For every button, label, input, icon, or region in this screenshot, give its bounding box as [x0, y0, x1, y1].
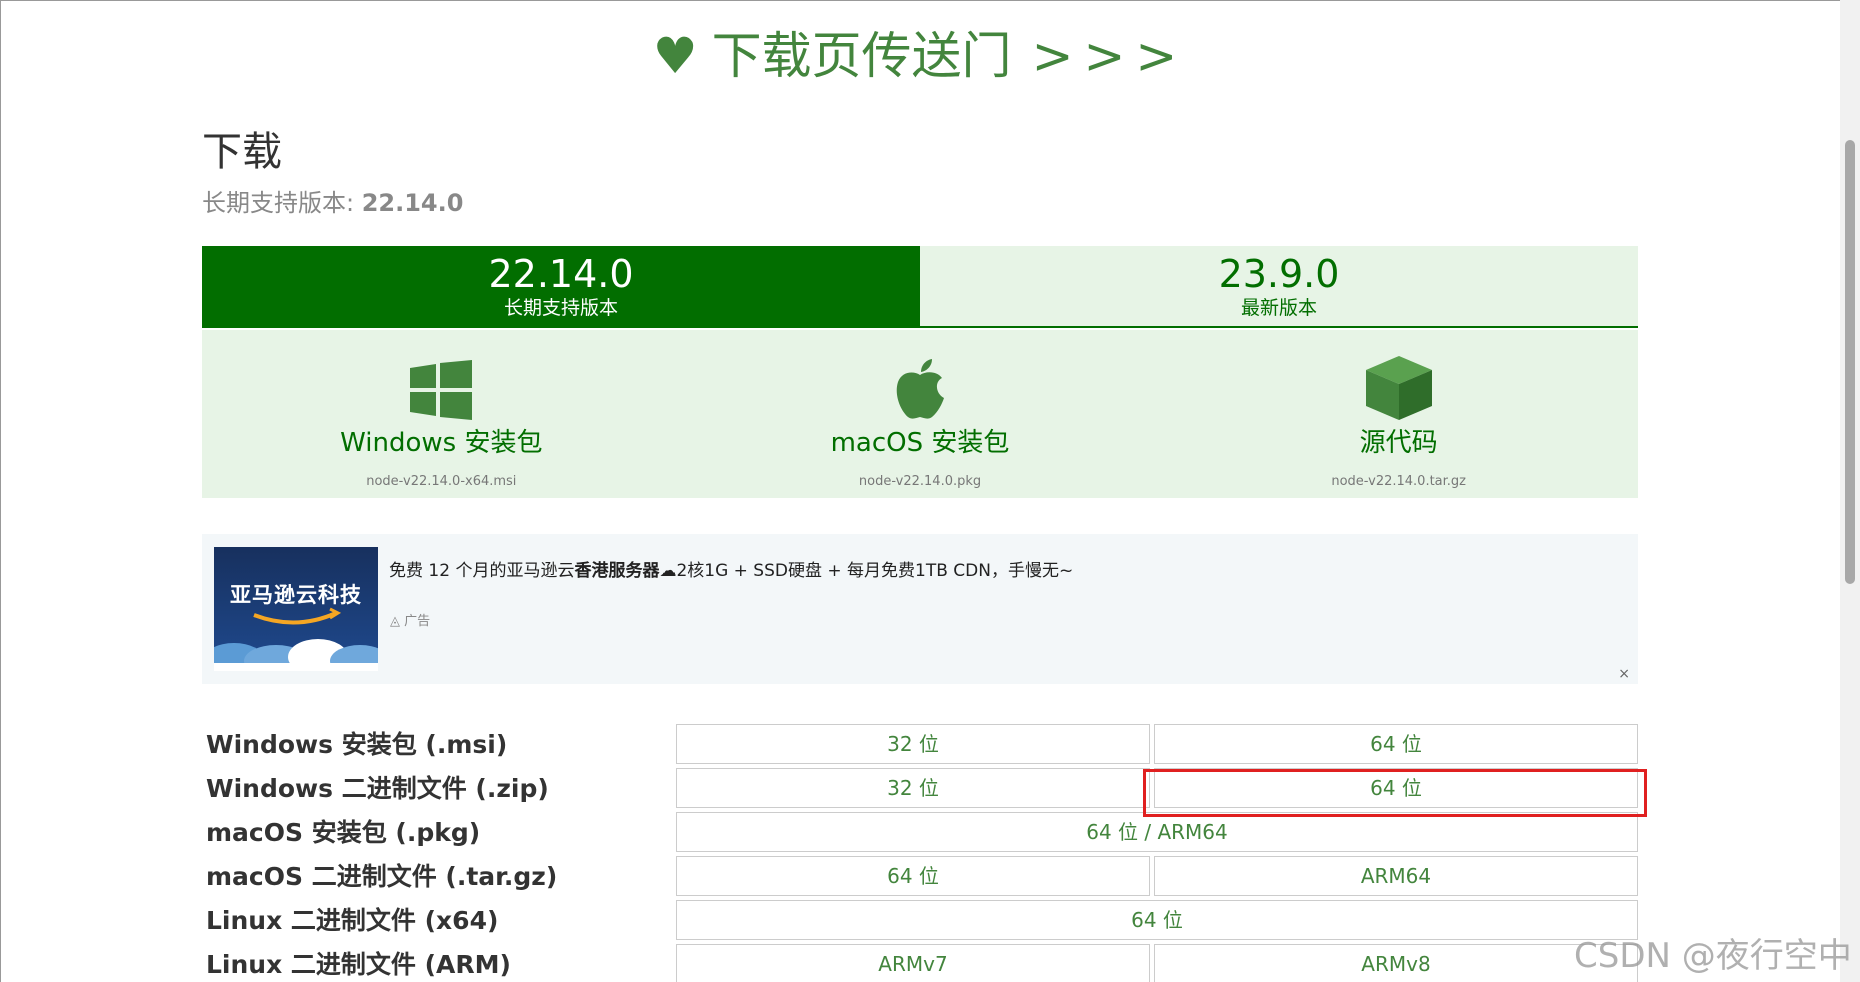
subtitle-version: 22.14.0 — [361, 189, 464, 217]
windows-icon — [410, 352, 473, 420]
subtitle-prefix: 长期支持版本: — [202, 189, 362, 217]
version-tabs: 22.14.0 长期支持版本 23.9.0 最新版本 — [202, 246, 1638, 328]
apple-icon — [894, 352, 946, 420]
card-macos-installer[interactable]: macOS 安装包 node-v22.14.0.pkg — [681, 330, 1160, 498]
download-row-linux-arm: Linux 二进制文件 (ARM) ARMv7 ARMv8 — [202, 944, 1638, 982]
ad-label: ◬ 广告 — [390, 610, 430, 629]
ad-text-bold: 香港服务器 — [574, 561, 660, 581]
download-row-label: Linux 二进制文件 (x64) — [206, 906, 499, 935]
download-link-armv7[interactable]: ARMv7 — [676, 944, 1150, 982]
download-row-label: Windows 安装包 (.msi) — [206, 730, 508, 759]
tab-current-version: 23.9.0 — [1218, 252, 1340, 296]
card-windows-installer[interactable]: Windows 安装包 node-v22.14.0-x64.msi — [202, 330, 681, 498]
banner-arrows: >>> — [1031, 27, 1188, 85]
download-link-armv8[interactable]: ARMv8 — [1154, 944, 1638, 982]
download-row-label: Windows 二进制文件 (.zip) — [206, 774, 549, 803]
download-row-windows-msi: Windows 安装包 (.msi) 32 位 64 位 — [202, 724, 1638, 764]
ad-text[interactable]: 免费 12 个月的亚马逊云香港服务器☁2核1G + SSD硬盘 + 每月免费1T… — [389, 556, 1073, 581]
download-link-64bit[interactable]: 64 位 — [676, 900, 1638, 940]
card-source-title: 源代码 — [1359, 428, 1438, 458]
download-row-macos-targz: macOS 二进制文件 (.tar.gz) 64 位 ARM64 — [202, 856, 1638, 896]
download-row-label: macOS 安装包 (.pkg) — [206, 818, 481, 847]
vertical-scrollbar[interactable] — [1840, 0, 1860, 982]
ad-choices-icon: ◬ — [390, 614, 400, 629]
ad-thumbnail[interactable]: 亚马逊云科技 — [214, 547, 378, 671]
lts-subtitle: 长期支持版本: 22.14.0 — [202, 186, 463, 220]
download-portal-banner[interactable]: ♥ 下载页传送门 >>> — [0, 18, 1840, 94]
download-row-label: macOS 二进制文件 (.tar.gz) — [206, 862, 558, 891]
download-link-64bit[interactable]: 64 位 — [676, 856, 1150, 896]
card-source-code[interactable]: 源代码 node-v22.14.0.tar.gz — [1159, 330, 1638, 498]
download-row-linux-x64: Linux 二进制文件 (x64) 64 位 — [202, 900, 1638, 940]
close-icon[interactable]: × — [1618, 666, 1630, 682]
card-windows-file: node-v22.14.0-x64.msi — [366, 474, 517, 489]
card-macos-title: macOS 安装包 — [830, 428, 1010, 458]
download-link-64bit[interactable]: 64 位 — [1154, 724, 1638, 764]
card-source-file: node-v22.14.0.tar.gz — [1331, 474, 1466, 489]
box-icon — [1365, 352, 1432, 420]
watermark: CSDN @夜行空中 — [1574, 936, 1852, 976]
ad-thumbnail-art — [214, 607, 378, 671]
download-cards: Windows 安装包 node-v22.14.0-x64.msi macOS … — [202, 330, 1638, 498]
download-link-32bit[interactable]: 32 位 — [676, 724, 1150, 764]
banner-text[interactable]: 下载页传送门 — [712, 27, 1012, 85]
download-row-macos-pkg: macOS 安装包 (.pkg) 64 位 / ARM64 — [202, 812, 1638, 852]
download-link-32bit[interactable]: 32 位 — [676, 768, 1150, 808]
download-row-label: Linux 二进制文件 (ARM) — [206, 950, 511, 979]
ad-label-text: 广告 — [404, 614, 431, 629]
tab-lts-version: 22.14.0 — [488, 252, 634, 296]
page-title: 下载 — [202, 129, 282, 175]
scrollbar-thumb[interactable] — [1845, 140, 1855, 584]
heart-icon: ♥ — [652, 27, 698, 85]
ad-banner[interactable]: 亚马逊云科技 免费 12 个月的亚马逊云香港服务器☁2核1G + SSD硬盘 +… — [202, 534, 1638, 684]
tab-lts-label: 长期支持版本 — [503, 297, 618, 319]
download-link-64bit-arm64[interactable]: 64 位 / ARM64 — [676, 812, 1638, 852]
card-windows-title: Windows 安装包 — [340, 428, 543, 458]
annotation-highlight-box — [1143, 769, 1647, 817]
tab-lts[interactable]: 22.14.0 长期支持版本 — [202, 246, 920, 326]
ad-text-after: ☁2核1G + SSD硬盘 + 每月免费1TB CDN，手慢无~ — [659, 561, 1074, 581]
card-macos-file: node-v22.14.0.pkg — [858, 474, 982, 489]
ad-text-before: 免费 12 个月的亚马逊云 — [389, 561, 575, 581]
download-link-arm64[interactable]: ARM64 — [1154, 856, 1638, 896]
tab-current[interactable]: 23.9.0 最新版本 — [920, 246, 1638, 326]
tab-current-label: 最新版本 — [1240, 297, 1317, 319]
